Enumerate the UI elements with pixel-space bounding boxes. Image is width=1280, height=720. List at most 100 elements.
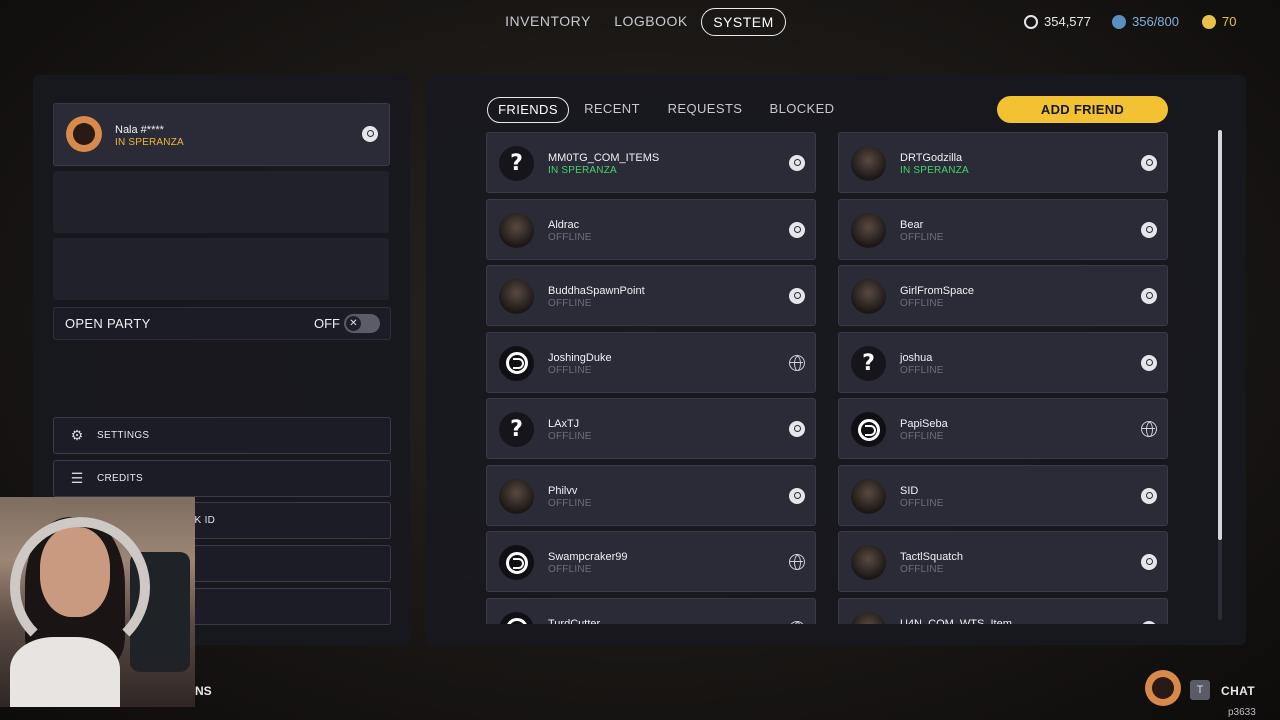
credits-list-icon: ☰ bbox=[70, 470, 84, 486]
party-leader-card[interactable]: Nala #**** IN SPERANZA bbox=[53, 103, 390, 166]
friend-name: DRTGodzilla bbox=[900, 152, 963, 164]
logo-shape bbox=[505, 618, 528, 624]
friend-card[interactable]: ? MM0TG_COM_ITEMS IN SPERANZA bbox=[486, 132, 816, 193]
empty-party-slot[interactable] bbox=[53, 238, 389, 300]
avatar bbox=[851, 146, 886, 181]
question-mark-glyph: ? bbox=[862, 350, 875, 376]
credits-value: 354,577 bbox=[1044, 14, 1091, 29]
friend-status: OFFLINE bbox=[548, 431, 592, 442]
gear-icon: ⚙ bbox=[70, 427, 84, 443]
steam-icon bbox=[1141, 288, 1157, 304]
game-logo-icon bbox=[499, 345, 534, 381]
avatar bbox=[499, 478, 534, 514]
question-mark-icon: ? bbox=[499, 412, 534, 447]
friend-card[interactable]: SID OFFLINE bbox=[838, 464, 1168, 526]
friends-scrollbar[interactable] bbox=[1218, 130, 1222, 620]
tab-recent[interactable]: RECENT bbox=[580, 97, 644, 121]
avatar bbox=[851, 478, 886, 514]
avatar bbox=[499, 279, 534, 314]
tab-system[interactable]: SYSTEM bbox=[701, 8, 786, 36]
headset-icon bbox=[10, 517, 150, 657]
friend-card[interactable]: DRTGodzilla IN SPERANZA bbox=[838, 132, 1168, 193]
friend-name: U4N_COM_WTS_Item bbox=[900, 617, 1012, 625]
friend-card[interactable]: U4N_COM_WTS_Item bbox=[838, 597, 1168, 625]
friend-card[interactable]: Aldrac OFFLINE bbox=[486, 198, 816, 260]
premium-counter: 70 bbox=[1202, 14, 1236, 29]
open-party-toggle[interactable]: ✕ bbox=[344, 314, 380, 333]
credits-button[interactable]: ☰ CREDITS bbox=[53, 460, 391, 497]
friend-name: SID bbox=[900, 484, 919, 497]
capacity-value: 356/800 bbox=[1132, 14, 1179, 29]
steam-icon bbox=[1141, 221, 1157, 238]
friend-name: Swampcraker99 bbox=[548, 551, 628, 563]
friend-card[interactable]: BuddhaSpawnPoint OFFLINE bbox=[486, 265, 816, 326]
friend-card[interactable]: Swampcraker99 OFFLINE bbox=[486, 531, 816, 592]
logo-shape bbox=[505, 551, 528, 574]
friend-status: IN SPERANZA bbox=[900, 165, 969, 176]
chat-label[interactable]: CHAT bbox=[1221, 684, 1255, 698]
settings-button[interactable]: ⚙ SETTINGS bbox=[53, 417, 391, 454]
tab-requests[interactable]: REQUESTS bbox=[662, 97, 748, 121]
friend-status: OFFLINE bbox=[900, 431, 944, 442]
friend-name: Aldrac bbox=[548, 218, 580, 231]
friend-status: IN SPERANZA bbox=[548, 165, 617, 176]
friend-name: Bear bbox=[900, 218, 924, 231]
logo-shape bbox=[505, 352, 528, 374]
avatar bbox=[499, 212, 534, 248]
friend-name: JoshingDuke bbox=[548, 351, 612, 364]
open-party-row: OPEN PARTY OFF ✕ bbox=[53, 307, 391, 340]
tab-inventory[interactable]: INVENTORY bbox=[499, 8, 597, 34]
leader-name: Nala #**** bbox=[115, 124, 164, 136]
friend-card[interactable]: Bear OFFLINE bbox=[838, 198, 1168, 260]
friend-name: TurdCutter bbox=[548, 617, 601, 625]
steam-icon bbox=[1141, 620, 1157, 624]
friend-card[interactable]: GirlFromSpace OFFLINE bbox=[838, 265, 1168, 326]
friend-name: TactlSquatch bbox=[900, 551, 963, 563]
friend-status: OFFLINE bbox=[548, 231, 592, 243]
game-logo-icon bbox=[499, 545, 534, 580]
globe-icon bbox=[789, 354, 805, 371]
globe-icon bbox=[1141, 421, 1157, 437]
friend-name: BuddhaSpawnPoint bbox=[548, 285, 645, 297]
question-mark-icon: ? bbox=[851, 345, 886, 381]
friend-name: MM0TG_COM_ITEMS bbox=[548, 152, 660, 164]
friend-card[interactable]: ? LAxTJ OFFLINE bbox=[486, 398, 816, 459]
leader-status: IN SPERANZA bbox=[115, 137, 184, 148]
credits-label: CREDITS bbox=[97, 473, 143, 484]
chat-avatar[interactable] bbox=[1145, 670, 1181, 706]
friend-name: joshua bbox=[900, 351, 933, 364]
friend-name: PapiSeba bbox=[900, 418, 948, 430]
capacity-icon bbox=[1112, 14, 1126, 29]
add-friend-button[interactable]: ADD FRIEND bbox=[997, 96, 1168, 123]
settings-label: SETTINGS bbox=[97, 430, 150, 441]
tab-logbook[interactable]: LOGBOOK bbox=[609, 8, 693, 34]
friend-status: OFFLINE bbox=[900, 497, 944, 509]
friend-status: OFFLINE bbox=[548, 364, 592, 376]
credits-icon bbox=[1024, 14, 1038, 29]
scrollbar-thumb[interactable] bbox=[1218, 130, 1222, 540]
friend-card[interactable]: JoshingDuke OFFLINE bbox=[486, 331, 816, 393]
open-party-label: OPEN PARTY bbox=[65, 316, 151, 331]
close-icon: ✕ bbox=[346, 316, 361, 331]
friend-card[interactable]: PapiSeba OFFLINE bbox=[838, 398, 1168, 459]
game-logo-icon bbox=[499, 611, 534, 624]
avatar bbox=[851, 212, 886, 248]
friend-status: OFFLINE bbox=[900, 564, 944, 575]
friend-card[interactable]: TurdCutter bbox=[486, 597, 816, 625]
steam-icon bbox=[1141, 554, 1157, 570]
tab-friends[interactable]: FRIENDS bbox=[487, 97, 569, 123]
tab-blocked[interactable]: BLOCKED bbox=[764, 97, 840, 121]
friend-card[interactable]: Philvv OFFLINE bbox=[486, 464, 816, 526]
friend-status: OFFLINE bbox=[900, 298, 944, 309]
friend-card[interactable]: TactlSquatch OFFLINE bbox=[838, 531, 1168, 592]
avatar bbox=[851, 545, 886, 580]
friend-card[interactable]: ? joshua OFFLINE bbox=[838, 331, 1168, 393]
friend-status: OFFLINE bbox=[548, 497, 592, 509]
friend-status: OFFLINE bbox=[900, 364, 944, 376]
steam-icon bbox=[1141, 354, 1157, 371]
steam-icon bbox=[789, 288, 805, 304]
premium-icon bbox=[1202, 14, 1216, 29]
avatar-image bbox=[1152, 677, 1174, 699]
empty-party-slot[interactable] bbox=[53, 171, 389, 233]
globe-icon bbox=[789, 554, 805, 570]
